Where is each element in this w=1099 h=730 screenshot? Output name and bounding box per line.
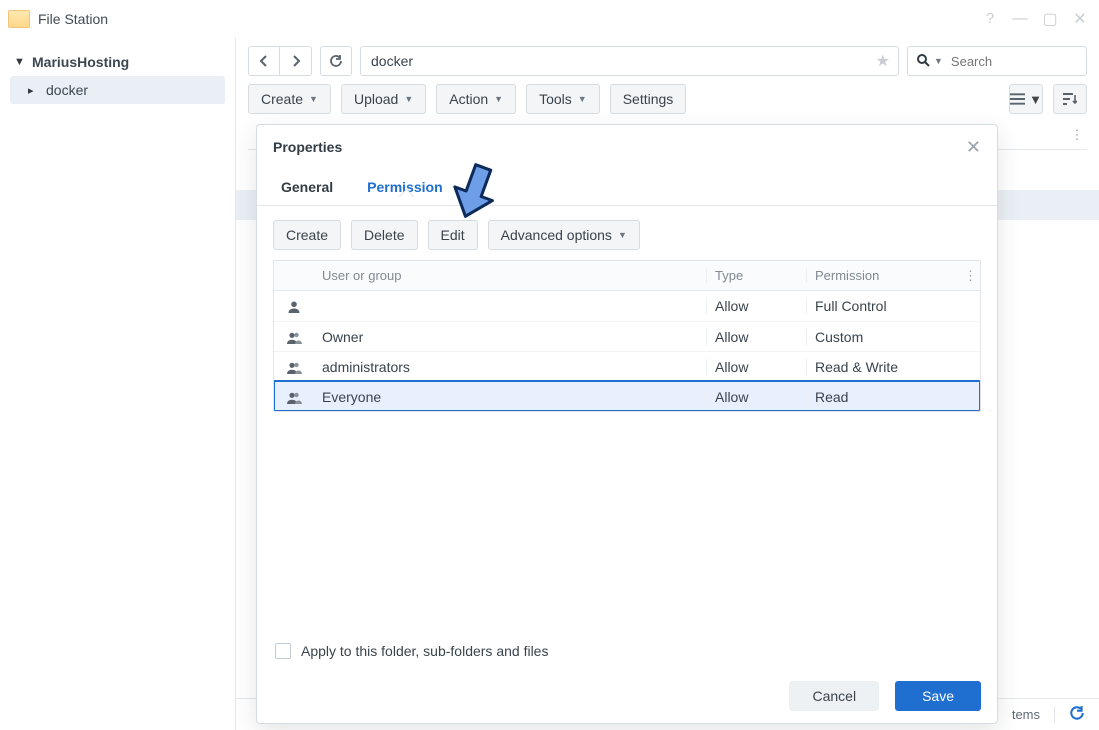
tab-permission[interactable]: Permission [359, 169, 450, 205]
tools-button[interactable]: Tools▼ [526, 84, 600, 114]
group-icon [274, 328, 314, 344]
perm-advanced-button[interactable]: Advanced options▼ [488, 220, 640, 250]
group-icon [274, 388, 314, 404]
save-button[interactable]: Save [895, 681, 981, 711]
window-title: File Station [38, 11, 108, 27]
tree-root[interactable]: ▼ MariusHosting [10, 48, 225, 76]
favorite-star-icon[interactable]: ★ [876, 51, 890, 71]
sidebar: ▼ MariusHosting ▸ docker [0, 38, 236, 730]
dialog-footer: Cancel Save [257, 669, 997, 723]
search-icon [916, 53, 930, 70]
tree-item-label: docker [46, 82, 88, 98]
permission-row[interactable]: Allow Full Control [274, 291, 980, 321]
create-button[interactable]: Create▼ [248, 84, 331, 114]
upload-button[interactable]: Upload▼ [341, 84, 426, 114]
col-permission[interactable]: Permission [806, 268, 956, 283]
kebab-icon[interactable]: ⋮ [1067, 127, 1087, 143]
chevron-down-icon: ▼ [14, 56, 28, 68]
close-button[interactable]: ✕ [1071, 9, 1089, 29]
help-icon[interactable]: ? [981, 10, 999, 27]
perm-edit-button[interactable]: Edit [428, 220, 478, 250]
tree-root-label: MariusHosting [32, 54, 129, 70]
search-dropdown-icon[interactable]: ▼ [934, 56, 943, 66]
apply-label: Apply to this folder, sub-folders and fi… [301, 643, 548, 659]
permission-row[interactable]: Owner Allow Custom [274, 321, 980, 351]
search-box[interactable]: ▼ [907, 46, 1087, 76]
settings-button[interactable]: Settings [610, 84, 687, 114]
tree-item-docker[interactable]: ▸ docker [10, 76, 225, 104]
refresh-button[interactable] [320, 46, 352, 76]
permission-row-selected[interactable]: Everyone Allow Read [274, 381, 980, 411]
app-icon [8, 10, 30, 28]
dialog-close-button[interactable]: ✕ [966, 137, 981, 158]
checkbox[interactable] [275, 643, 291, 659]
dialog-tabs: General Permission [257, 169, 997, 206]
col-options-icon[interactable]: ⋮ [956, 268, 980, 284]
properties-dialog: Properties ✕ General Permission Create D… [256, 124, 998, 724]
window-titlebar: File Station ? — ▢ ✕ [0, 0, 1099, 38]
action-toolbar: Create▼ Upload▼ Action▼ Tools▼ Settings … [248, 84, 1087, 114]
action-button[interactable]: Action▼ [436, 84, 516, 114]
nav-back-button[interactable] [248, 46, 280, 76]
group-icon [274, 358, 314, 374]
perm-delete-button[interactable]: Delete [351, 220, 417, 250]
footer-refresh-icon[interactable] [1069, 705, 1085, 724]
divider [1054, 707, 1055, 723]
maximize-button[interactable]: ▢ [1041, 9, 1059, 29]
nav-toolbar: ★ ▼ [248, 46, 1087, 76]
chevron-right-icon: ▸ [28, 84, 42, 97]
permission-action-row: Create Delete Edit Advanced options▼ [273, 220, 981, 250]
nav-forward-button[interactable] [280, 46, 312, 76]
view-mode-button[interactable]: ▼ [1009, 84, 1043, 114]
path-input-wrapper[interactable]: ★ [360, 46, 899, 76]
col-user[interactable]: User or group [314, 268, 706, 283]
minimize-button[interactable]: — [1011, 10, 1029, 28]
sort-button[interactable] [1053, 84, 1087, 114]
col-type[interactable]: Type [706, 268, 806, 283]
user-icon [274, 298, 314, 314]
dialog-header: Properties ✕ [257, 125, 997, 169]
dialog-title: Properties [273, 139, 342, 155]
item-count-label: tems [1012, 707, 1040, 722]
cancel-button[interactable]: Cancel [789, 681, 879, 711]
path-input[interactable] [369, 52, 870, 70]
perm-create-button[interactable]: Create [273, 220, 341, 250]
apply-to-subfolders[interactable]: Apply to this folder, sub-folders and fi… [275, 643, 981, 659]
tab-general[interactable]: General [273, 169, 341, 205]
search-input[interactable] [949, 53, 1078, 70]
permission-table: User or group Type Permission ⋮ Allow Fu… [273, 260, 981, 412]
permission-table-header: User or group Type Permission ⋮ [274, 261, 980, 291]
permission-row[interactable]: administrators Allow Read & Write [274, 351, 980, 381]
